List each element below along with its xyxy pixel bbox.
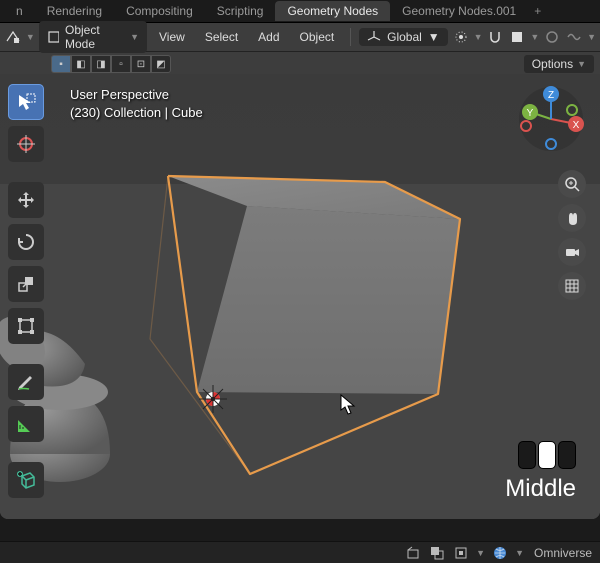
tab-scripting[interactable]: Scripting — [205, 1, 276, 21]
select-mode-2-icon[interactable]: ◧ — [71, 55, 91, 73]
separator — [350, 28, 351, 46]
chevron-down-icon[interactable]: ▼ — [474, 32, 483, 42]
tab-add[interactable]: + — [528, 1, 547, 21]
perspective-label: User Perspective (230) Collection | Cube — [70, 86, 203, 122]
nav-camera-button[interactable] — [558, 238, 586, 266]
tool-annotate[interactable] — [8, 364, 44, 400]
viewport-header: ▼ Object Mode ▼ View Select Add Object G… — [0, 23, 600, 52]
nav-zoom-button[interactable] — [558, 170, 586, 198]
tool-toolbar — [8, 84, 44, 498]
overlay-circle-icon[interactable] — [543, 27, 561, 47]
viewport-nav-buttons — [558, 170, 586, 300]
axis-gizmo[interactable]: X Y Z — [516, 84, 586, 154]
footer-pin-icon[interactable] — [452, 544, 470, 562]
select-mode-6-icon[interactable]: ◩ — [151, 55, 171, 73]
workspace-tabs: n Rendering Compositing Scripting Geomet… — [0, 0, 600, 23]
select-mode-3-icon[interactable]: ◨ — [91, 55, 111, 73]
chevron-down-icon: ▼ — [577, 59, 586, 69]
cursor-3d-icon — [199, 385, 227, 413]
viewport-scene — [0, 74, 600, 519]
tab-rendering[interactable]: Rendering — [35, 1, 114, 21]
menu-object[interactable]: Object — [292, 30, 343, 44]
select-mode-4-icon[interactable]: ▫ — [111, 55, 131, 73]
overlay-wave-icon[interactable] — [565, 27, 583, 47]
select-mode-5-icon[interactable]: ⊡ — [131, 55, 151, 73]
footer-world-icon[interactable] — [491, 544, 509, 562]
tool-rotate[interactable] — [8, 224, 44, 260]
mouse-button-diagram — [518, 441, 576, 469]
mouse-right-icon — [558, 441, 576, 469]
viewport-subheader: ▪ ◧ ◨ ▫ ⊡ ◩ Options ▼ — [0, 52, 600, 76]
pivot-icon[interactable] — [452, 27, 470, 47]
orientation-label: Global — [387, 30, 422, 44]
svg-text:Z: Z — [548, 90, 554, 101]
menu-view[interactable]: View — [151, 30, 193, 44]
chevron-down-icon[interactable]: ▼ — [26, 32, 35, 42]
chevron-down-icon[interactable]: ▼ — [587, 32, 596, 42]
options-label: Options — [532, 57, 573, 71]
tool-cursor[interactable] — [8, 126, 44, 162]
tab-geometry-nodes-001[interactable]: Geometry Nodes.001 — [390, 1, 528, 21]
tool-add-primitive[interactable] — [8, 462, 44, 498]
chevron-down-icon[interactable]: ▼ — [530, 32, 539, 42]
tool-measure[interactable] — [8, 406, 44, 442]
select-mode-1-icon[interactable]: ▪ — [51, 55, 71, 73]
svg-text:X: X — [573, 120, 580, 131]
tool-spacer — [8, 168, 44, 176]
menu-select[interactable]: Select — [197, 30, 246, 44]
snap-icon[interactable] — [487, 27, 505, 47]
tool-scale[interactable] — [8, 266, 44, 302]
chevron-down-icon[interactable]: ▼ — [515, 548, 524, 558]
footer-scene-icon[interactable] — [404, 544, 422, 562]
mode-label: Object Mode — [65, 23, 124, 51]
perspective-line2: (230) Collection | Cube — [70, 104, 203, 122]
svg-text:Y: Y — [527, 108, 534, 119]
tool-move[interactable] — [8, 182, 44, 218]
chevron-down-icon: ▼ — [130, 32, 139, 42]
tab-geometry-nodes[interactable]: Geometry Nodes — [275, 1, 390, 21]
menu-add[interactable]: Add — [250, 30, 287, 44]
mouse-left-icon — [518, 441, 536, 469]
engine-label: Omniverse — [534, 546, 592, 560]
perspective-line1: User Perspective — [70, 86, 203, 104]
chevron-down-icon: ▼ — [428, 30, 440, 44]
tool-spacer — [8, 350, 44, 358]
footer-layer-icon[interactable] — [428, 544, 446, 562]
object-mode-icon — [47, 30, 59, 44]
tool-transform[interactable] — [8, 308, 44, 344]
axes-icon — [367, 30, 381, 44]
tool-select-box[interactable] — [8, 84, 44, 120]
mouse-middle-icon — [538, 441, 556, 469]
select-mode-buttons[interactable]: ▪ ◧ ◨ ▫ ⊡ ◩ — [51, 55, 171, 73]
options-button[interactable]: Options ▼ — [524, 55, 594, 73]
tab-partial[interactable]: n — [4, 1, 35, 21]
nav-pan-button[interactable] — [558, 204, 586, 232]
viewport-3d[interactable]: User Perspective (230) Collection | Cube — [0, 74, 600, 519]
tab-compositing[interactable]: Compositing — [114, 1, 205, 21]
proportional-edit-icon[interactable] — [508, 27, 526, 47]
orientation-selector[interactable]: Global ▼ — [359, 28, 448, 46]
mouse-hint-label: Middle — [505, 475, 576, 503]
editor-type-icon[interactable] — [4, 27, 22, 47]
status-bar: ▼ ▼ Omniverse — [0, 541, 600, 563]
nav-perspective-button[interactable] — [558, 272, 586, 300]
tool-spacer — [8, 448, 44, 456]
chevron-down-icon[interactable]: ▼ — [476, 548, 485, 558]
mode-selector[interactable]: Object Mode ▼ — [39, 21, 147, 53]
